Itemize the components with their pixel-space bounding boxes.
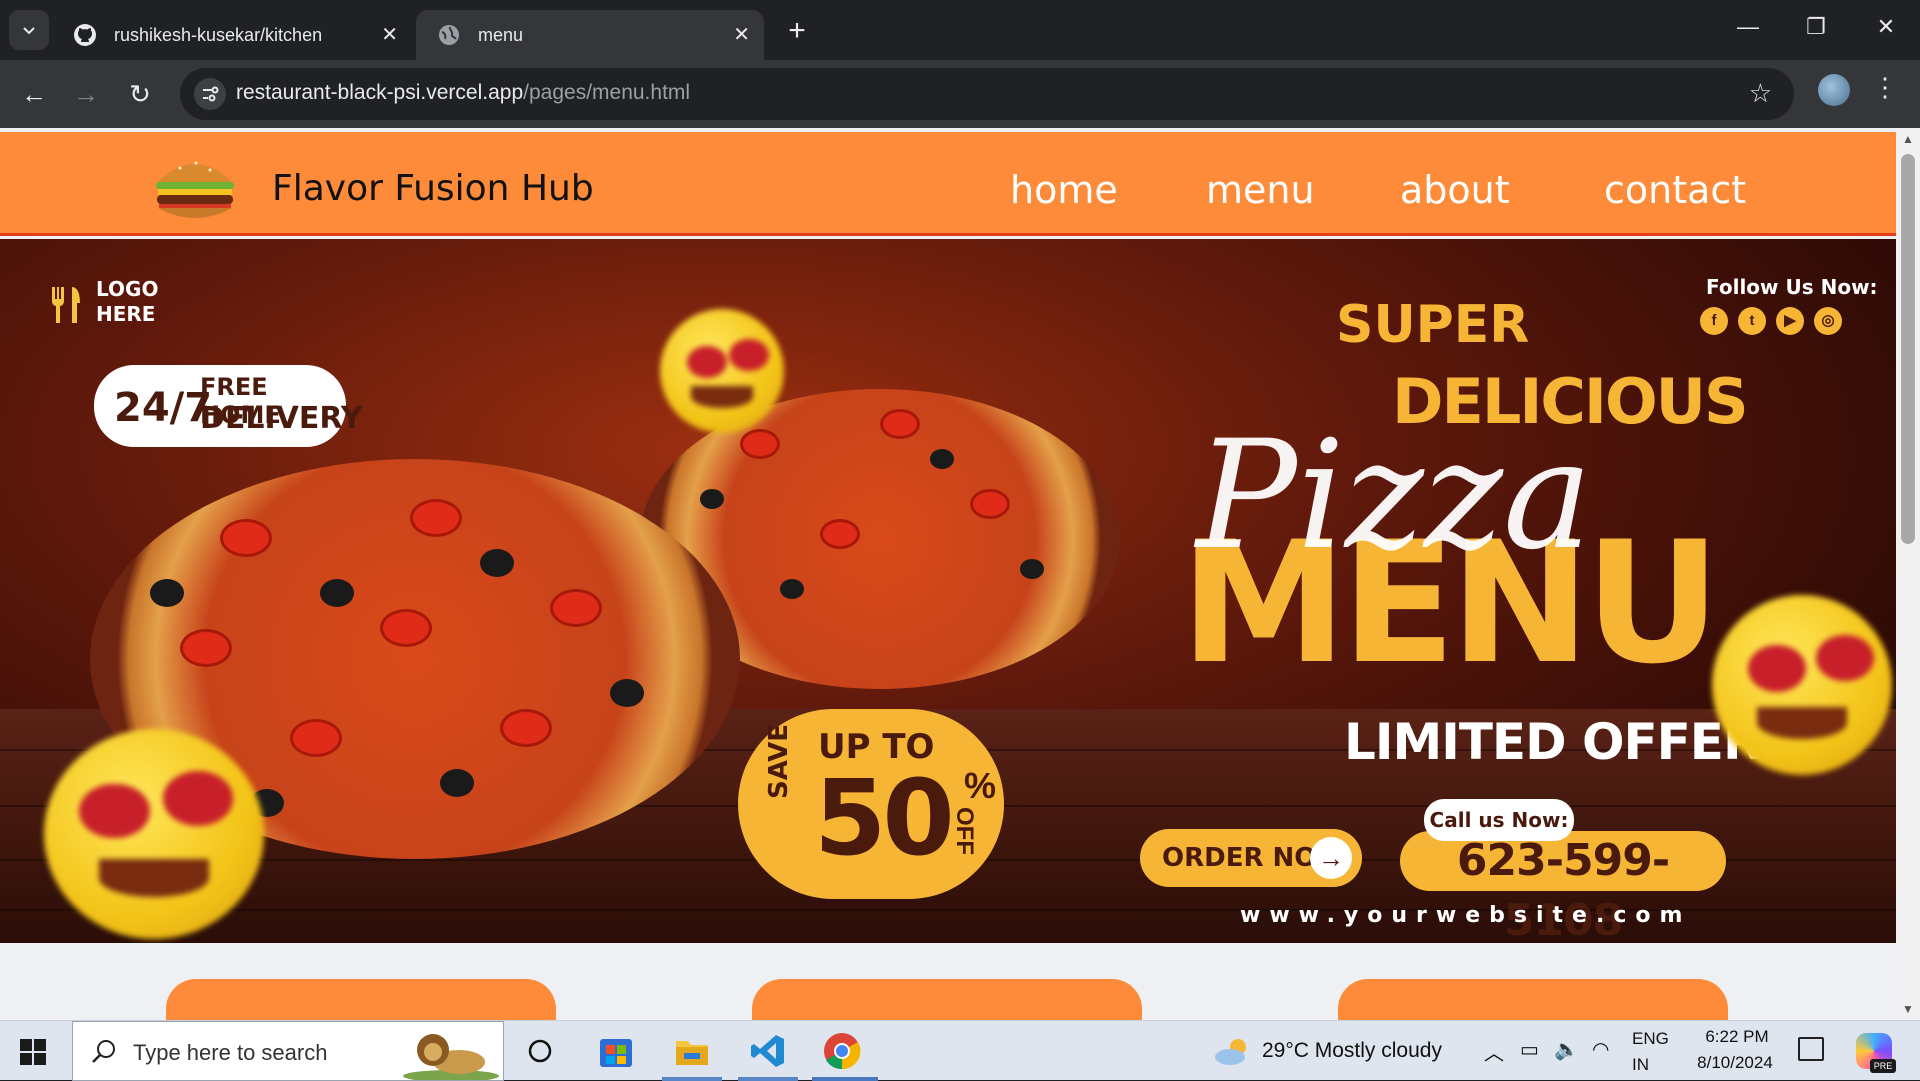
nav-menu[interactable]: menu xyxy=(1206,168,1315,212)
discount-off: OFF xyxy=(951,807,978,855)
browser-toolbar: ← → ↻ restaurant-black-psi.vercel.app/pa… xyxy=(0,60,1920,128)
order-now-button: ORDER NOW → xyxy=(1140,829,1362,887)
browser-menu-icon[interactable]: ⋮ xyxy=(1872,72,1898,103)
delivery-badge: 24/7 FREE HOME DELIVERY xyxy=(94,365,363,447)
site-header: Flavor Fusion Hub home menu about contac… xyxy=(0,132,1896,236)
active-app-indicator xyxy=(812,1077,878,1081)
nav-contact[interactable]: contact xyxy=(1604,168,1746,212)
nav-about[interactable]: about xyxy=(1400,168,1510,212)
volume-icon[interactable]: 🔈 xyxy=(1554,1037,1579,1062)
page-scrollbar[interactable]: ▲ ▼ xyxy=(1896,128,1920,1020)
discount-save: SAVE xyxy=(764,724,794,799)
menu-card xyxy=(166,979,556,1020)
battery-icon[interactable]: ▭ xyxy=(1520,1037,1539,1062)
show-hidden-icons-icon[interactable]: ︿ xyxy=(1484,1037,1504,1066)
chrome-icon[interactable] xyxy=(822,1031,862,1071)
bookmark-star-icon[interactable]: ☆ xyxy=(1749,78,1772,109)
language-indicator[interactable]: ENG xyxy=(1632,1029,1669,1049)
headline-super: SUPER xyxy=(1336,295,1530,355)
search-placeholder: Type here to search xyxy=(133,1040,328,1065)
preview-badge: PRE xyxy=(1870,1059,1896,1073)
globe-icon xyxy=(436,22,462,48)
active-app-indicator xyxy=(662,1077,722,1081)
browser-tab-github[interactable]: rushikesh-kusekar/kitchen ✕ xyxy=(52,10,412,60)
close-tab-icon[interactable]: ✕ xyxy=(733,22,750,47)
facebook-icon: f xyxy=(1700,307,1728,335)
youtube-icon: ▶ xyxy=(1776,307,1804,335)
instagram-icon: ◎ xyxy=(1814,307,1842,335)
twitter-icon: t xyxy=(1738,307,1766,335)
file-explorer-icon[interactable] xyxy=(672,1031,712,1071)
notification-center-icon[interactable] xyxy=(1798,1037,1824,1061)
minimize-icon[interactable]: — xyxy=(1728,14,1768,40)
fork-knife-icon xyxy=(52,287,80,323)
back-icon[interactable]: ← xyxy=(14,74,54,114)
restore-icon[interactable]: ❐ xyxy=(1796,14,1836,40)
nav-home[interactable]: home xyxy=(1010,168,1118,212)
cloudy-weather-icon[interactable] xyxy=(1212,1035,1252,1067)
headline-delicious: DELICIOUS xyxy=(1392,365,1749,438)
close-window-icon[interactable]: ✕ xyxy=(1866,14,1906,40)
profile-avatar[interactable] xyxy=(1818,74,1850,106)
browser-tab-menu[interactable]: menu ✕ xyxy=(416,10,764,60)
heart-eyes-emoji xyxy=(44,729,264,939)
website-text: www.yourwebsite.com xyxy=(1240,903,1692,928)
follow-us-label: Follow Us Now: xyxy=(1706,275,1878,299)
heart-eyes-emoji xyxy=(1712,595,1892,775)
weather-text[interactable]: 29°C Mostly cloudy xyxy=(1262,1039,1442,1063)
new-tab-button[interactable]: + xyxy=(780,14,814,48)
tab-title: menu xyxy=(478,24,524,45)
active-app-indicator xyxy=(738,1077,798,1081)
microsoft-store-icon[interactable] xyxy=(596,1031,636,1071)
vscode-icon[interactable] xyxy=(748,1031,788,1071)
call-us-label: Call us Now: xyxy=(1424,799,1574,841)
task-view-icon[interactable] xyxy=(520,1031,560,1071)
windows-start-icon[interactable] xyxy=(20,1039,46,1065)
lion-image xyxy=(403,1034,499,1080)
arrow-right-icon: → xyxy=(1310,837,1352,879)
windows-taskbar: Type here to search 29°C Mostly cloudy ︿… xyxy=(0,1020,1920,1081)
region-indicator[interactable]: IN xyxy=(1632,1055,1649,1075)
logo-line: HERE xyxy=(96,302,156,326)
page-viewport: Flavor Fusion Hub home menu about contac… xyxy=(0,128,1896,1020)
url-text[interactable]: restaurant-black-psi.vercel.app/pages/me… xyxy=(236,81,690,105)
taskbar-search-box[interactable]: Type here to search xyxy=(72,1021,504,1081)
clock-time[interactable]: 6:22 PM xyxy=(1692,1027,1782,1047)
scroll-up-icon[interactable]: ▲ xyxy=(1902,132,1914,146)
reload-icon[interactable]: ↻ xyxy=(120,74,160,114)
address-bar[interactable]: restaurant-black-psi.vercel.app/pages/me… xyxy=(180,68,1794,120)
heart-eyes-emoji xyxy=(660,309,784,433)
forward-icon[interactable]: → xyxy=(66,74,106,114)
url-path: /pages/menu.html xyxy=(523,81,691,104)
headline-limited-offer: LIMITED OFFER xyxy=(1344,713,1761,771)
logo-line: LOGO xyxy=(96,277,159,301)
menu-card xyxy=(752,979,1142,1020)
logo-placeholder: LOGO HERE xyxy=(96,277,158,327)
chevron-down-icon xyxy=(23,27,35,35)
search-icon xyxy=(92,1040,115,1063)
github-icon xyxy=(72,22,98,48)
tab-title: rushikesh-kusekar/kitchen xyxy=(114,24,323,45)
tab-search-button[interactable] xyxy=(9,10,49,50)
scrollbar-thumb[interactable] xyxy=(1901,154,1915,544)
menu-card xyxy=(1338,979,1728,1020)
delivery-hours: 24/7 xyxy=(114,385,213,431)
clock-date[interactable]: 8/10/2024 xyxy=(1680,1053,1790,1073)
url-host: restaurant-black-psi.vercel.app xyxy=(236,81,524,104)
close-tab-icon[interactable]: ✕ xyxy=(381,22,398,47)
browser-tab-strip: rushikesh-kusekar/kitchen ✕ menu ✕ + — ❐… xyxy=(0,0,1920,60)
pizza-menu-banner: LOGO HERE 24/7 FREE HOME DELIVERY UP TO … xyxy=(0,239,1896,943)
brand-name[interactable]: Flavor Fusion Hub xyxy=(272,168,594,209)
delivery-word: DELIVERY xyxy=(200,401,363,436)
burger-logo-icon[interactable] xyxy=(152,152,238,226)
discount-value: 50 xyxy=(814,757,955,879)
wifi-icon[interactable]: ◠ xyxy=(1592,1037,1609,1062)
site-info-icon[interactable] xyxy=(194,78,226,110)
discount-badge: UP TO SAVE 50 % OFF xyxy=(738,709,1004,899)
discount-percent: % xyxy=(964,765,997,806)
scroll-down-icon[interactable]: ▼ xyxy=(1902,1002,1914,1016)
